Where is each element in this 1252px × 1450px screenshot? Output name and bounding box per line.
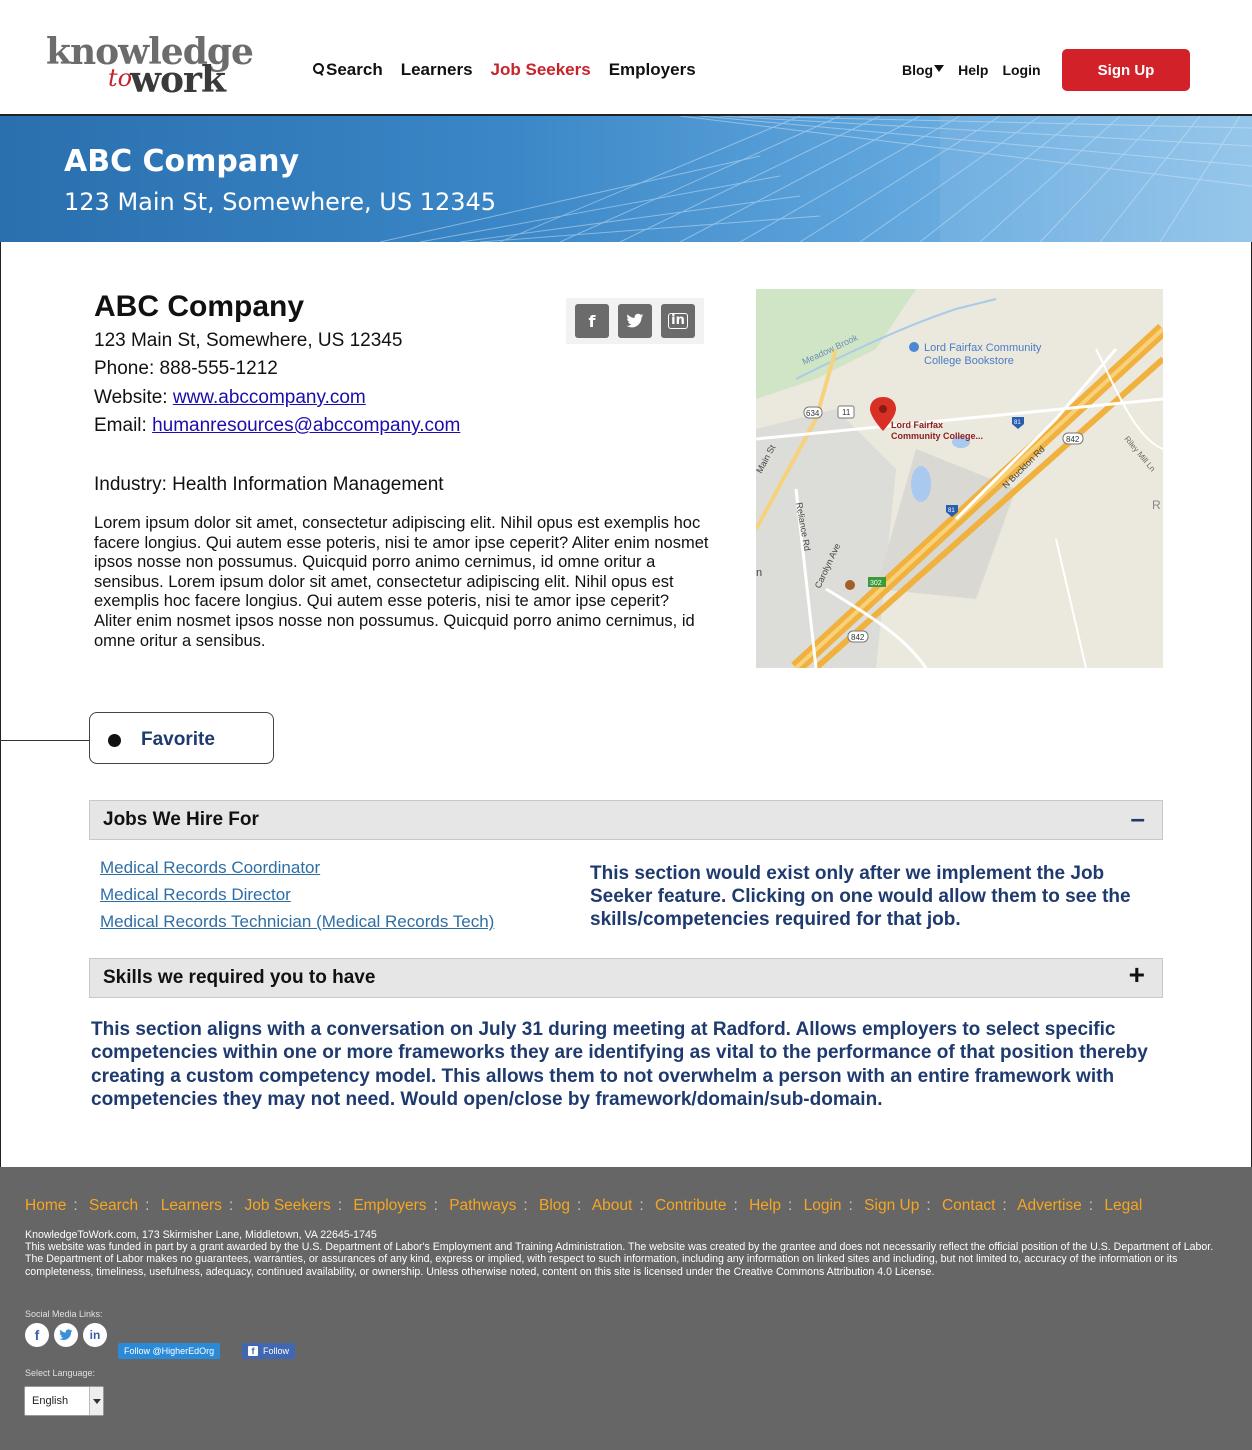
nav-search-label: Search — [326, 60, 383, 79]
skills-accordion-title: Skills we required you to have — [103, 967, 376, 988]
footer-link-contact[interactable]: Contact — [942, 1197, 995, 1214]
site-footer: Home: Search: Learners: Job Seekers: Emp… — [0, 1167, 1252, 1450]
banner-title: ABC Company — [64, 144, 300, 179]
map-shield-302: 302 — [870, 580, 882, 587]
caret-down-icon — [934, 65, 945, 72]
job-link[interactable]: Medical Records Director — [100, 885, 291, 905]
linkedin-glyph: in — [668, 313, 688, 329]
email-link[interactable]: humanresources@abccompany.com — [152, 415, 460, 436]
map-shield-634: 634 — [806, 409, 820, 418]
search-icon — [312, 62, 324, 76]
twitter-follow-button[interactable]: Follow @HigherEdOrg — [118, 1343, 221, 1359]
map-label-college: Lord Fairfax — [891, 420, 943, 430]
footer-disclaimer: This website was funded in part by a gra… — [25, 1241, 1214, 1278]
company-banner: ABC Company 123 Main St, Somewhere, US 1… — [0, 116, 1252, 242]
map-label-bookstore-2: College Bookstore — [924, 355, 1014, 367]
skills-annotation-note: This section aligns with a conversation … — [91, 1019, 1148, 1111]
footer-link-job-seekers[interactable]: Job Seekers — [245, 1197, 331, 1214]
banner-address: 123 Main St, Somewhere, US 12345 — [64, 188, 497, 216]
footer-link-employers[interactable]: Employers — [353, 1197, 426, 1214]
company-address: 123 Main St, Somewhere, US 12345 — [94, 330, 403, 351]
building-background-image — [380, 116, 1252, 242]
social-share-bar: f in — [566, 298, 704, 344]
website-link[interactable]: www.abccompany.com — [173, 387, 366, 408]
map-label-bookstore: Lord Fairfax Community — [924, 342, 1042, 354]
footer-link-help[interactable]: Help — [749, 1197, 781, 1214]
radio-dot-icon — [108, 734, 121, 747]
jobs-accordion-header[interactable]: Jobs We Hire For – — [89, 800, 1163, 840]
footer-link-legal[interactable]: Legal — [1104, 1197, 1142, 1214]
job-link[interactable]: Medical Records Technician (Medical Reco… — [100, 912, 494, 932]
favorite-button[interactable]: Favorite — [89, 712, 274, 764]
job-link[interactable]: Medical Records Coordinator — [100, 858, 320, 878]
company-description: Lorem ipsum dolor sit amet, consectetur … — [94, 514, 709, 650]
map-letter-n: n — [756, 567, 762, 579]
nav-help[interactable]: Help — [958, 62, 988, 78]
map-shield-81a: 81 — [1014, 420, 1021, 426]
company-name: ABC Company — [94, 290, 305, 323]
nav-employers[interactable]: Employers — [609, 60, 696, 80]
footer-link-login[interactable]: Login — [804, 1197, 842, 1214]
nav-learners[interactable]: Learners — [401, 60, 473, 80]
footer-legal-text: KnowledgeToWork.com, 173 Skirmisher Lane… — [25, 1229, 1215, 1278]
nav-blog[interactable]: Blog — [902, 62, 945, 78]
location-map[interactable]: Lord Fairfax Community College Bookstore… — [756, 289, 1163, 668]
facebook-follow-label: Follow — [263, 1346, 290, 1356]
footer-facebook-icon[interactable]: f — [25, 1323, 49, 1347]
chevron-down-icon — [89, 1387, 103, 1415]
company-website: Website: www.abccompany.com — [94, 387, 366, 409]
footer-link-blog[interactable]: Blog — [539, 1197, 570, 1214]
linkedin-icon[interactable]: in — [661, 304, 695, 338]
favorite-label: Favorite — [141, 729, 215, 750]
footer-link-search[interactable]: Search — [89, 1197, 138, 1214]
footer-link-learners[interactable]: Learners — [161, 1197, 222, 1214]
facebook-follow-button[interactable]: f Follow — [242, 1343, 296, 1359]
company-email: Email: humanresources@abccompany.com — [94, 415, 460, 437]
footer-link-about[interactable]: About — [592, 1197, 633, 1214]
utility-nav: Blog Help Login — [902, 62, 1055, 78]
map-label-college-2: Community College... — [891, 431, 983, 441]
map-shield-11: 11 — [842, 408, 851, 417]
nav-search[interactable]: Search — [312, 60, 383, 80]
twitter-icon[interactable] — [618, 304, 652, 338]
website-label: Website: — [94, 387, 173, 408]
footer-link-home[interactable]: Home — [25, 1197, 66, 1214]
logo-work: work — [130, 59, 226, 101]
footer-link-pathways[interactable]: Pathways — [449, 1197, 516, 1214]
company-phone: Phone: 888-555-1212 — [94, 358, 278, 379]
nav-blog-label: Blog — [902, 62, 934, 78]
jobs-accordion-title: Jobs We Hire For — [103, 809, 259, 830]
map-canvas: Lord Fairfax Community College Bookstore… — [756, 289, 1163, 668]
signup-button[interactable]: Sign Up — [1062, 49, 1190, 91]
nav-job-seekers[interactable]: Job Seekers — [491, 60, 591, 80]
language-select[interactable]: English — [24, 1386, 104, 1416]
site-logo[interactable]: knowledge to work — [46, 34, 266, 100]
jobs-annotation-note: This section would exist only after we i… — [590, 863, 1131, 930]
email-label: Email: — [94, 415, 153, 436]
skills-accordion-header[interactable]: Skills we required you to have + — [89, 958, 1163, 998]
nav-login[interactable]: Login — [1002, 62, 1040, 78]
map-letter-r: R — [1152, 498, 1161, 512]
footer-link-signup[interactable]: Sign Up — [864, 1197, 919, 1214]
map-shield-842a: 842 — [1066, 435, 1080, 444]
collapse-icon[interactable]: – — [1131, 803, 1145, 834]
map-shield-842b: 842 — [851, 633, 865, 642]
language-value: English — [32, 1395, 69, 1407]
company-industry: Industry: Health Information Management — [94, 474, 444, 495]
footer-linkedin-icon[interactable]: in — [83, 1323, 107, 1347]
social-media-label: Social Media Links: — [25, 1309, 103, 1319]
map-shield-81b: 81 — [948, 508, 955, 514]
main-nav: Search Learners Job Seekers Employers — [312, 60, 714, 80]
facebook-icon: f — [248, 1346, 258, 1356]
select-language-label: Select Language: — [25, 1368, 96, 1378]
facebook-icon[interactable]: f — [575, 304, 609, 338]
logo-to: to — [108, 64, 133, 92]
footer-link-advertise[interactable]: Advertise — [1017, 1197, 1082, 1214]
footer-link-contribute[interactable]: Contribute — [655, 1197, 727, 1214]
footer-links: Home: Search: Learners: Job Seekers: Emp… — [25, 1197, 1143, 1214]
site-header: knowledge to work Search Learners Job Se… — [0, 0, 1252, 116]
expand-icon[interactable]: + — [1129, 959, 1145, 991]
footer-twitter-icon[interactable] — [54, 1323, 78, 1347]
footer-address: KnowledgeToWork.com, 173 Skirmisher Lane… — [25, 1229, 377, 1241]
